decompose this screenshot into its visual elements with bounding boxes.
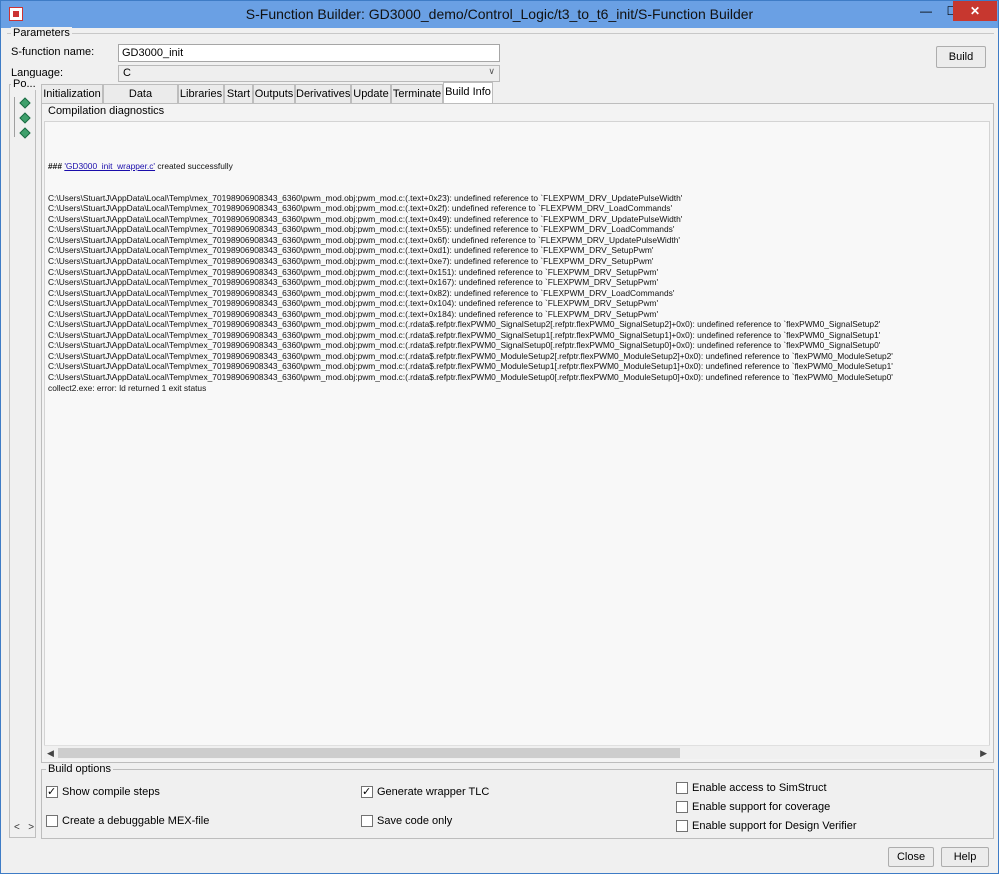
close-window-icon[interactable]: ✕	[953, 1, 997, 21]
tab-libraries[interactable]: Libraries	[178, 84, 224, 103]
tab-build-info[interactable]: Build Info	[443, 82, 493, 103]
checkbox-label: Enable support for Design Verifier	[692, 820, 857, 832]
port-diamond-icon[interactable]	[19, 97, 31, 109]
chevron-down-icon: ∨	[488, 66, 495, 76]
ports-panel-label: Po...	[11, 78, 38, 90]
log-line: C:\Users\StuartJ\AppData\Local\Temp\mex_…	[48, 350, 893, 361]
help-button[interactable]: Help	[941, 847, 989, 867]
compilation-diagnostics-label: Compilation diagnostics	[46, 105, 167, 117]
build-button[interactable]: Build	[936, 46, 986, 68]
close-button[interactable]: Close	[888, 847, 934, 867]
log-line: collect2.exe: error: ld returned 1 exit …	[48, 382, 207, 393]
tab-terminate[interactable]: Terminate	[391, 84, 443, 103]
checkbox-label: Generate wrapper TLC	[377, 786, 490, 798]
scroll-left-arrow-icon[interactable]: ◀	[47, 746, 54, 760]
scroll-right-arrow-icon[interactable]: ▶	[980, 746, 987, 760]
build-info-panel: Compilation diagnostics ### 'GD3000_init…	[41, 103, 994, 763]
checkbox-icon[interactable]	[676, 801, 688, 813]
log-line: ### 'GD3000_init_wrapper.c' created succ…	[48, 161, 893, 172]
language-select[interactable]: C ∨	[118, 65, 500, 82]
ports-panel: Po... < >	[9, 78, 38, 838]
tab-derivatives[interactable]: Derivatives	[295, 84, 351, 103]
debuggable-mex-checkbox[interactable]: Create a debuggable MEX-file	[46, 815, 209, 829]
checkbox-label: Create a debuggable MEX-file	[62, 815, 210, 827]
checkbox-label: Show compile steps	[62, 786, 160, 798]
horizontal-scrollbar[interactable]: ◀ ▶	[44, 745, 990, 759]
title-bar[interactable]: S-Function Builder: GD3000_demo/Control_…	[1, 1, 998, 28]
port-diamond-icon[interactable]	[19, 112, 31, 124]
checkbox-icon[interactable]	[361, 786, 373, 798]
log-line: C:\Users\StuartJ\AppData\Local\Temp\mex_…	[48, 203, 673, 214]
checkbox-icon[interactable]	[46, 815, 58, 827]
log-line: C:\Users\StuartJ\AppData\Local\Temp\mex_…	[48, 308, 659, 319]
scroll-left-icon[interactable]: <	[14, 822, 20, 833]
parameters-divider	[7, 33, 994, 34]
log-line: C:\Users\StuartJ\AppData\Local\Temp\mex_…	[48, 319, 881, 330]
diagnostics-log: ### 'GD3000_init_wrapper.c' created succ…	[48, 140, 893, 393]
log-line: C:\Users\StuartJ\AppData\Local\Temp\mex_…	[48, 340, 881, 351]
log-prefix: ###	[48, 161, 65, 172]
build-options-group: Build options Show compile steps Create …	[41, 763, 994, 839]
checkbox-label: Enable support for coverage	[692, 801, 831, 813]
show-compile-steps-checkbox[interactable]: Show compile steps	[46, 786, 160, 800]
ports-nav: < >	[14, 822, 34, 833]
log-line: C:\Users\StuartJ\AppData\Local\Temp\mex_…	[48, 245, 654, 256]
tab-outputs[interactable]: Outputs	[253, 84, 295, 103]
checkbox-icon[interactable]	[676, 782, 688, 794]
log-line: C:\Users\StuartJ\AppData\Local\Temp\mex_…	[48, 192, 683, 203]
sfunction-name-input[interactable]: GD3000_init	[118, 44, 500, 62]
tab-update[interactable]: Update	[351, 84, 391, 103]
port-diamond-icon[interactable]	[19, 127, 31, 139]
build-options-label: Build options	[46, 763, 113, 775]
dialog-content: Parameters S-function name: GD3000_init …	[7, 27, 994, 869]
simstruct-access-checkbox[interactable]: Enable access to SimStruct	[676, 782, 827, 796]
log-line: C:\Users\StuartJ\AppData\Local\Temp\mex_…	[48, 224, 675, 235]
design-verifier-checkbox[interactable]: Enable support for Design Verifier	[676, 820, 856, 834]
log-line: C:\Users\StuartJ\AppData\Local\Temp\mex_…	[48, 213, 683, 224]
scrollbar-thumb[interactable]	[58, 748, 680, 758]
generate-wrapper-tlc-checkbox[interactable]: Generate wrapper TLC	[361, 786, 489, 800]
log-line: C:\Users\StuartJ\AppData\Local\Temp\mex_…	[48, 361, 893, 372]
parameters-group-label: Parameters	[11, 27, 72, 39]
log-line: C:\Users\StuartJ\AppData\Local\Temp\mex_…	[48, 277, 659, 288]
tree-line	[14, 97, 15, 137]
tab-initialization[interactable]: Initialization	[41, 84, 103, 103]
log-line: C:\Users\StuartJ\AppData\Local\Temp\mex_…	[48, 266, 659, 277]
checkbox-label: Enable access to SimStruct	[692, 782, 827, 794]
log-line: C:\Users\StuartJ\AppData\Local\Temp\mex_…	[48, 298, 659, 309]
coverage-support-checkbox[interactable]: Enable support for coverage	[676, 801, 830, 815]
window-title: S-Function Builder: GD3000_demo/Control_…	[245, 6, 754, 22]
checkbox-label: Save code only	[377, 815, 453, 827]
scroll-right-icon[interactable]: >	[28, 822, 34, 833]
checkbox-icon[interactable]	[361, 815, 373, 827]
log-line: C:\Users\StuartJ\AppData\Local\Temp\mex_…	[48, 372, 893, 383]
language-selected-value: C	[123, 67, 131, 79]
log-line: C:\Users\StuartJ\AppData\Local\Temp\mex_…	[48, 234, 680, 245]
sfunction-builder-window: S-Function Builder: GD3000_demo/Control_…	[0, 0, 999, 874]
sfunction-name-label: S-function name:	[11, 46, 95, 58]
log-suffix: created successfully	[155, 161, 233, 172]
checkbox-icon[interactable]	[46, 786, 58, 798]
checkbox-icon[interactable]	[676, 820, 688, 832]
minimize-icon[interactable]: —	[913, 1, 939, 21]
wrapper-file-link[interactable]: 'GD3000_init_wrapper.c'	[64, 161, 155, 171]
log-line: C:\Users\StuartJ\AppData\Local\Temp\mex_…	[48, 329, 881, 340]
tab-start[interactable]: Start	[224, 84, 253, 103]
save-code-only-checkbox[interactable]: Save code only	[361, 815, 452, 829]
log-line: C:\Users\StuartJ\AppData\Local\Temp\mex_…	[48, 287, 675, 298]
tab-data-properties[interactable]: Data Properties	[103, 84, 178, 118]
compilation-diagnostics-textarea[interactable]: ### 'GD3000_init_wrapper.c' created succ…	[44, 121, 990, 747]
log-line: C:\Users\StuartJ\AppData\Local\Temp\mex_…	[48, 256, 654, 267]
